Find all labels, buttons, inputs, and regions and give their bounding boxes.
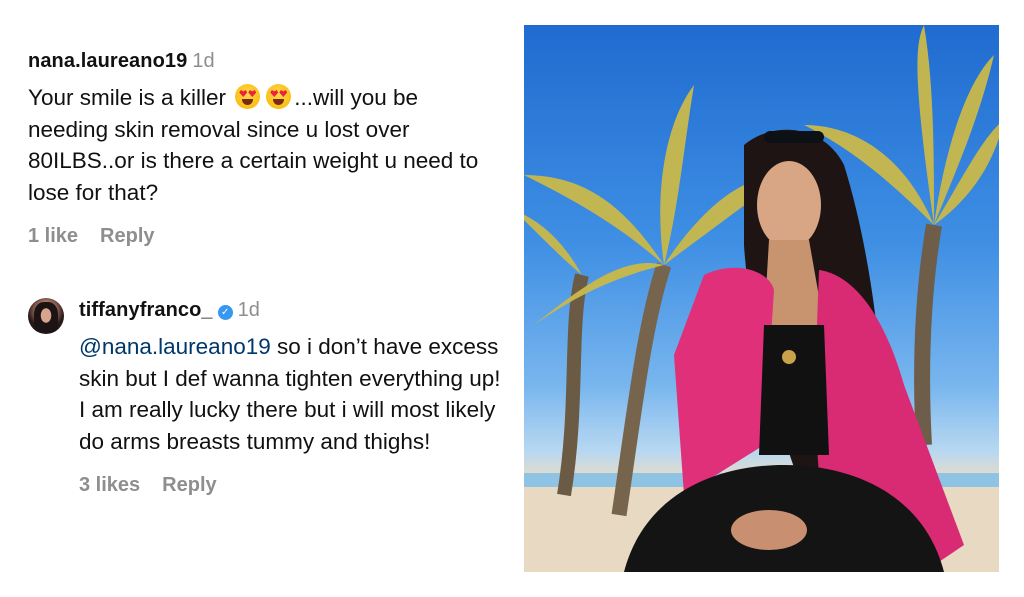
comment-header: nana.laureano19 1d <box>28 50 498 73</box>
mention-link[interactable]: @nana.laureano19 <box>79 334 271 359</box>
comments-panel: nana.laureano19 1d Your smile is a killer… <box>0 0 510 597</box>
heart-eyes-emoji <box>266 84 292 109</box>
avatar[interactable] <box>28 298 64 334</box>
like-count[interactable]: 1 like <box>28 225 78 247</box>
comment-text-start: Your smile is a killer <box>28 85 226 110</box>
comment-meta: 1 like Reply <box>28 225 498 248</box>
comment: nana.laureano19 1d Your smile is a killer… <box>28 50 498 248</box>
comment-meta: 3 likes Reply <box>79 474 508 497</box>
comment-header: tiffanyfranco_ ✓ 1d <box>79 299 508 322</box>
like-count[interactable]: 3 likes <box>79 474 140 496</box>
reply-button[interactable]: Reply <box>100 225 154 247</box>
comment-reply: tiffanyfranco_ ✓ 1d @nana.laureano19 so i … <box>28 298 508 497</box>
reply-button[interactable]: Reply <box>162 474 216 496</box>
comment-username[interactable]: nana.laureano19 <box>28 50 187 72</box>
heart-eyes-emoji <box>235 84 261 109</box>
beach-scene-image <box>524 25 999 572</box>
comment-username[interactable]: tiffanyfranco_ <box>79 299 213 321</box>
post-photo[interactable] <box>524 25 999 572</box>
comment-text: @nana.laureano19 so i don’t have excess … <box>79 331 508 457</box>
comment-age: 1d <box>192 50 215 72</box>
comment-age: 1d <box>237 299 260 321</box>
verified-badge-icon: ✓ <box>217 305 233 320</box>
comment-text: Your smile is a killer ...will you be ne… <box>28 82 498 208</box>
